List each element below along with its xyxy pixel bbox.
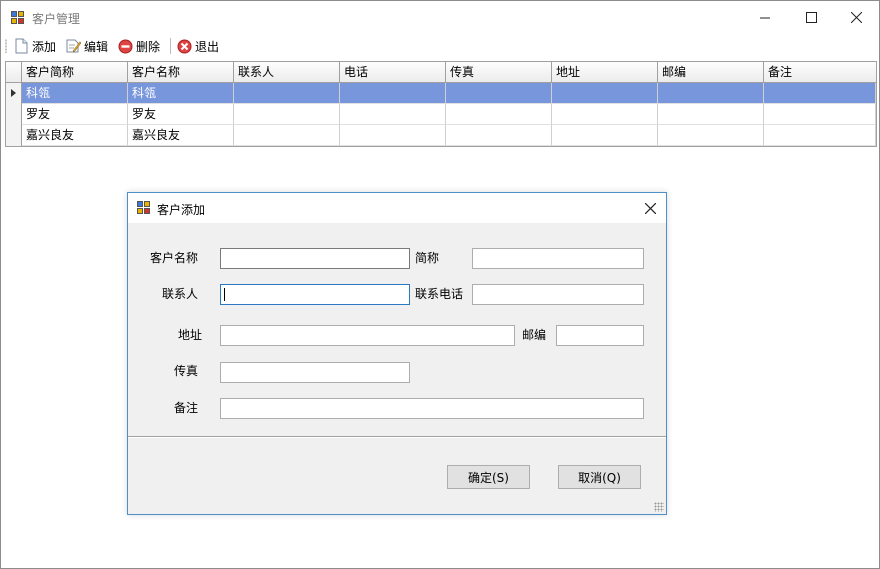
dialog-app-icon <box>137 201 151 215</box>
column-header[interactable]: 客户名称 <box>128 62 234 83</box>
contact-input[interactable] <box>220 284 410 305</box>
grid-cell[interactable] <box>340 104 446 125</box>
row-header-column <box>6 83 22 146</box>
maximize-icon <box>805 11 817 23</box>
dialog-title: 客户添加 <box>157 203 206 217</box>
edit-label: 编辑 <box>84 39 109 54</box>
grid-cell[interactable] <box>764 83 876 104</box>
main-window: 客户管理 添加 编辑 删除 退出 客户简称 客户名称 联系人 电话 传真 地址 … <box>0 0 880 569</box>
grid-cell[interactable] <box>446 83 552 104</box>
grid-cell[interactable] <box>446 104 552 125</box>
grid-cell[interactable]: 罗友 <box>22 104 128 125</box>
grid-cell[interactable] <box>764 104 876 125</box>
close-icon <box>644 202 656 214</box>
grid-cell[interactable] <box>234 125 340 146</box>
grid-cell[interactable] <box>552 104 658 125</box>
exit-label: 退出 <box>195 39 220 54</box>
short-name-label: 简称 <box>415 251 440 265</box>
maximize-button[interactable] <box>788 1 834 33</box>
contact-label: 联系人 <box>162 287 199 301</box>
delete-label: 删除 <box>136 39 161 54</box>
grid-cell[interactable]: 科瓴 <box>22 83 128 104</box>
postcode-input[interactable] <box>556 325 644 346</box>
grid-cell[interactable]: 嘉兴良友 <box>22 125 128 146</box>
customer-grid[interactable]: 客户简称 客户名称 联系人 电话 传真 地址 邮编 备注 科瓴 科瓴 罗友 罗友 <box>5 61 877 147</box>
grid-cell[interactable]: 科瓴 <box>128 83 234 104</box>
column-header[interactable]: 传真 <box>446 62 552 83</box>
short-name-input[interactable] <box>472 248 644 269</box>
grid-cell[interactable] <box>340 125 446 146</box>
grid-corner[interactable] <box>6 62 22 83</box>
minimize-icon <box>759 17 770 18</box>
grid-cell[interactable] <box>234 83 340 104</box>
postcode-label: 邮编 <box>522 328 547 342</box>
grid-cell[interactable] <box>552 83 658 104</box>
dialog-divider-highlight <box>128 437 666 438</box>
dialog-title-bar[interactable]: 客户添加 <box>128 193 666 223</box>
add-label: 添加 <box>32 39 57 54</box>
grid-cell[interactable] <box>234 104 340 125</box>
column-header[interactable]: 邮编 <box>658 62 764 83</box>
address-label: 地址 <box>178 328 203 342</box>
grid-cell[interactable] <box>658 125 764 146</box>
remark-label: 备注 <box>174 401 199 415</box>
grid-cell[interactable] <box>658 104 764 125</box>
column-header[interactable]: 联系人 <box>234 62 340 83</box>
close-icon <box>850 11 862 23</box>
edit-icon <box>66 39 81 53</box>
grid-cell[interactable] <box>340 83 446 104</box>
address-input[interactable] <box>220 325 515 346</box>
window-title: 客户管理 <box>32 12 81 26</box>
ok-button[interactable]: 确定(S) <box>447 465 530 489</box>
grid-cell[interactable] <box>764 125 876 146</box>
delete-button[interactable]: 删除 <box>118 36 160 56</box>
title-bar[interactable]: 客户管理 <box>1 1 879 33</box>
text-caret <box>224 288 225 301</box>
minimize-button[interactable] <box>742 1 788 33</box>
toolbar-grip[interactable] <box>5 39 7 53</box>
resize-grip[interactable] <box>654 502 664 512</box>
customer-name-input[interactable] <box>220 248 410 269</box>
contact-phone-input[interactable] <box>472 284 644 305</box>
delete-icon <box>118 39 133 53</box>
exit-icon <box>177 39 192 53</box>
grid-cell[interactable]: 嘉兴良友 <box>128 125 234 146</box>
toolbar: 添加 编辑 删除 退出 <box>1 33 879 59</box>
grid-cell[interactable] <box>552 125 658 146</box>
customer-name-label: 客户名称 <box>150 251 199 265</box>
column-header[interactable]: 地址 <box>552 62 658 83</box>
grid-cell[interactable] <box>658 83 764 104</box>
cancel-button[interactable]: 取消(Q) <box>558 465 641 489</box>
new-document-icon <box>15 38 28 54</box>
edit-button[interactable]: 编辑 <box>65 36 108 56</box>
remark-input[interactable] <box>220 398 644 419</box>
fax-label: 传真 <box>174 364 199 378</box>
column-header[interactable]: 电话 <box>340 62 446 83</box>
column-header[interactable]: 备注 <box>764 62 876 83</box>
column-header[interactable]: 客户简称 <box>22 62 128 83</box>
dialog-close-button[interactable] <box>634 193 666 223</box>
toolbar-separator <box>170 38 171 54</box>
grid-header: 客户简称 客户名称 联系人 电话 传真 地址 邮编 备注 <box>6 62 876 83</box>
grid-cell[interactable] <box>446 125 552 146</box>
app-icon <box>11 11 25 25</box>
contact-phone-label: 联系电话 <box>415 287 464 301</box>
add-button[interactable]: 添加 <box>14 36 56 56</box>
current-row-indicator <box>11 89 16 97</box>
exit-button[interactable]: 退出 <box>177 36 219 56</box>
close-button[interactable] <box>833 1 879 33</box>
fax-input[interactable] <box>220 362 410 383</box>
add-customer-dialog: 客户添加 客户名称 简称 联系人 联系电话 地址 邮编 传真 备注 确定(S) … <box>127 192 667 515</box>
grid-cell[interactable]: 罗友 <box>128 104 234 125</box>
